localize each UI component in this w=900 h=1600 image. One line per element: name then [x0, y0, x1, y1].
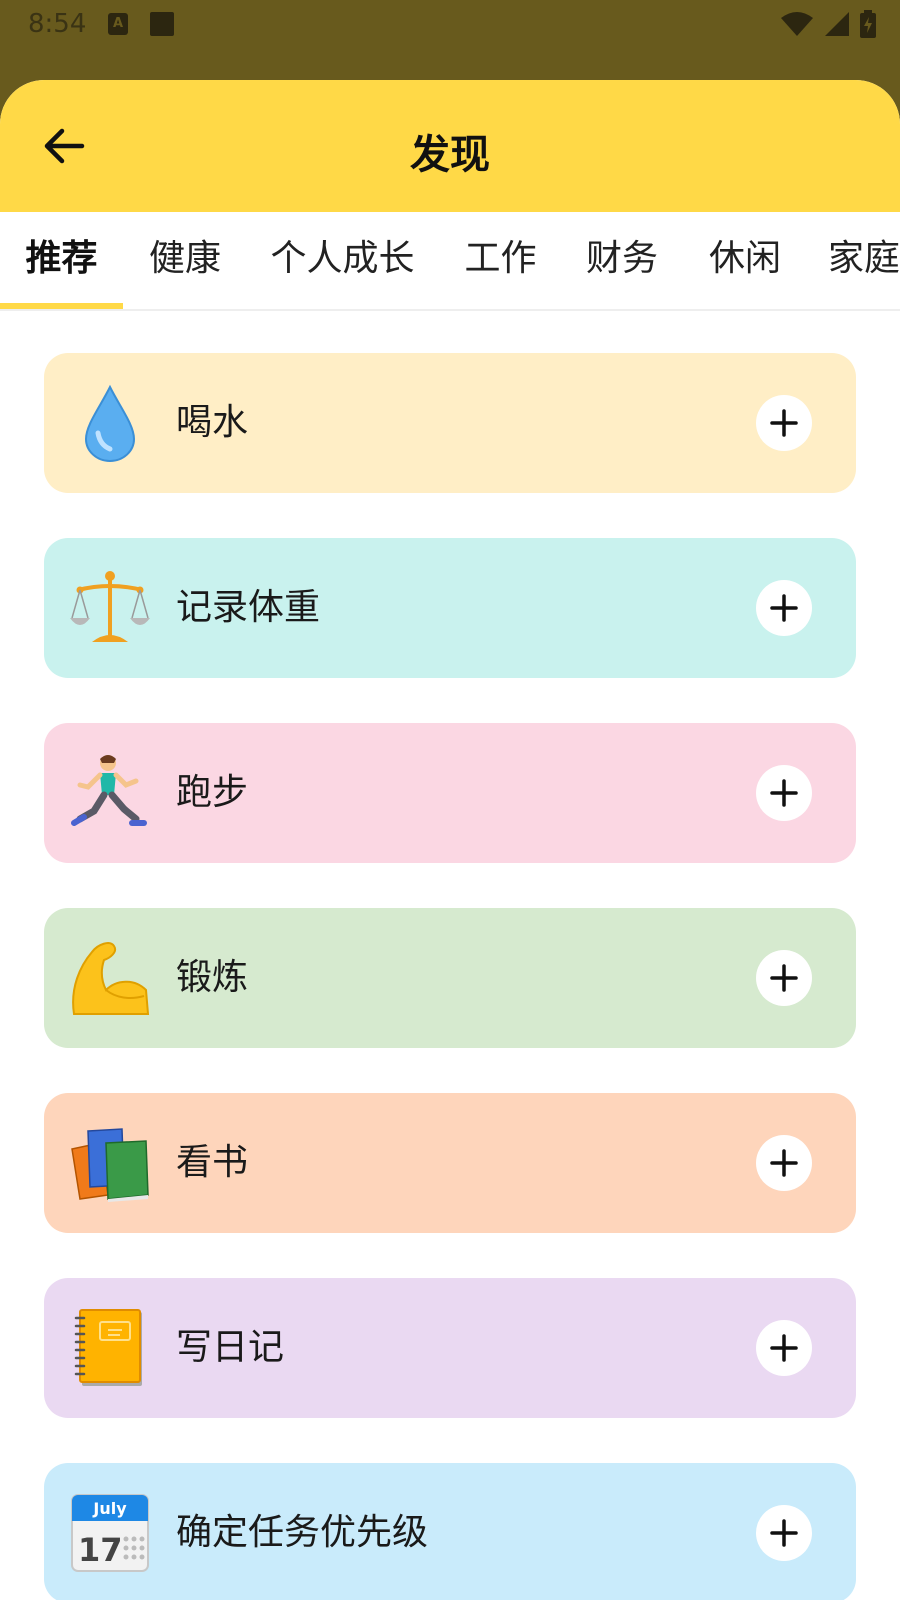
- add-habit-button[interactable]: [756, 765, 812, 821]
- add-habit-button[interactable]: [756, 395, 812, 451]
- calendar-icon: July 17: [71, 1494, 149, 1572]
- notebook-icon: [74, 1309, 142, 1386]
- add-habit-button[interactable]: [756, 1320, 812, 1376]
- wifi-icon: [781, 12, 813, 36]
- water-drop-icon: [84, 384, 136, 462]
- category-tabs: 推荐 健康 个人成长 工作 财务 休闲 家庭: [0, 212, 900, 311]
- calendar-day: 17: [78, 1531, 123, 1569]
- plus-icon: [770, 779, 798, 807]
- habit-label: 写日记: [176, 1327, 285, 1368]
- habit-label: 看书: [176, 1142, 249, 1183]
- notification-square-icon: [150, 12, 174, 36]
- status-icons: [780, 10, 876, 38]
- tab-work[interactable]: 工作: [458, 212, 543, 309]
- habit-card-record-weight[interactable]: 记录体重: [44, 538, 856, 678]
- habit-card-prioritize-tasks[interactable]: July 17 确定任务优先级: [44, 1463, 856, 1600]
- habit-label: 确定任务优先级: [176, 1512, 429, 1553]
- active-tab-indicator: [0, 303, 123, 309]
- runner-icon: [71, 755, 147, 826]
- plus-icon: [770, 1519, 798, 1547]
- habit-card-workout[interactable]: 锻炼: [44, 908, 856, 1048]
- signal-icon: [825, 12, 849, 36]
- status-time: 8:54: [28, 9, 87, 39]
- plus-icon: [770, 1334, 798, 1362]
- tab-family[interactable]: 家庭: [828, 212, 900, 309]
- habit-card-running[interactable]: 跑步: [44, 723, 856, 863]
- plus-icon: [770, 409, 798, 437]
- tab-recommended[interactable]: 推荐: [0, 212, 123, 309]
- battery-charging-icon: [860, 10, 876, 38]
- add-habit-button[interactable]: [756, 950, 812, 1006]
- habit-label: 记录体重: [176, 587, 321, 628]
- header-bar: 发现: [0, 80, 900, 212]
- balance-scale-icon: [70, 571, 150, 642]
- habit-card-journal[interactable]: 写日记: [44, 1278, 856, 1418]
- status-bar: 8:54 A: [0, 0, 900, 50]
- habit-card-drink-water[interactable]: 喝水: [44, 353, 856, 493]
- plus-icon: [770, 964, 798, 992]
- add-habit-button[interactable]: [756, 1505, 812, 1561]
- plus-icon: [770, 1149, 798, 1177]
- discover-sheet: 发现 推荐 健康 个人成长 工作 财务 休闲 家庭 喝水 记录体重 跑步 锻炼 …: [0, 80, 900, 1600]
- tab-leisure[interactable]: 休闲: [705, 212, 785, 309]
- notification-a-icon: A: [108, 13, 128, 35]
- calendar-month: July: [92, 1499, 127, 1518]
- add-habit-button[interactable]: [756, 1135, 812, 1191]
- habit-label: 跑步: [176, 772, 249, 813]
- add-habit-button[interactable]: [756, 580, 812, 636]
- plus-icon: [770, 594, 798, 622]
- tab-finance[interactable]: 财务: [582, 212, 662, 309]
- tab-personal-growth[interactable]: 个人成长: [270, 212, 415, 309]
- flexed-biceps-icon: [72, 942, 150, 1015]
- books-icon: [71, 1128, 149, 1202]
- tab-health[interactable]: 健康: [145, 212, 225, 309]
- page-title: 发现: [410, 132, 490, 178]
- habit-label: 锻炼: [176, 957, 249, 998]
- habit-label: 喝水: [176, 402, 249, 443]
- habit-card-reading[interactable]: 看书: [44, 1093, 856, 1233]
